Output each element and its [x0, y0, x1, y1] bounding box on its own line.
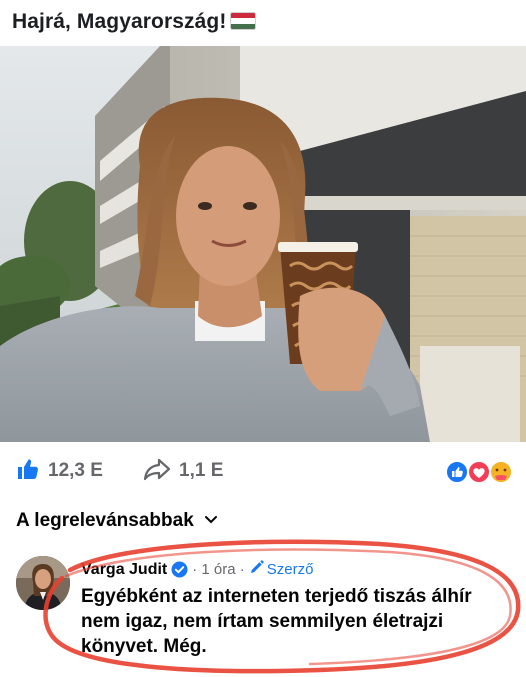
role-label: Szerző: [266, 561, 314, 578]
like-button[interactable]: 12,3 E: [16, 458, 103, 484]
love-reaction-icon: [467, 460, 491, 484]
reaction-summary[interactable]: [445, 460, 515, 484]
like-count: 12,3 E: [48, 460, 103, 481]
pencil-icon: [249, 560, 264, 579]
comment: Varga Judit · 1 óra · Szerző Egyébként a…: [0, 548, 526, 677]
avatar[interactable]: [16, 556, 70, 610]
share-button[interactable]: 1,1 E: [143, 458, 223, 484]
comment-meta: · 1 óra ·: [192, 561, 245, 578]
like-reaction-icon: [445, 460, 469, 484]
comment-header: Varga Judit · 1 óra · Szerző: [81, 560, 313, 579]
hungary-flag-icon: [230, 12, 257, 30]
post-stats-bar: 12,3 E 1,1 E: [0, 442, 526, 502]
comment-text: Egyébként az interneten terjedő tiszás á…: [81, 586, 472, 657]
author-role-badge: Szerző: [249, 560, 314, 579]
verified-badge-icon: [171, 561, 188, 578]
comment-sort-dropdown[interactable]: A legrelevánsabbak: [16, 508, 218, 534]
care-reaction-icon: [489, 460, 513, 484]
share-arrow-icon: [143, 457, 171, 486]
thumbs-up-icon: [16, 457, 40, 486]
post-text: Hajrá, Magyarország!: [12, 10, 227, 33]
post-header: Hajrá, Magyarország!: [0, 0, 526, 46]
comment-author[interactable]: Varga Judit: [81, 561, 167, 579]
chevron-down-icon: [204, 512, 218, 530]
post-photo[interactable]: [0, 46, 526, 442]
sort-label: A legrelevánsabbak: [16, 510, 194, 531]
share-count: 1,1 E: [179, 460, 224, 481]
